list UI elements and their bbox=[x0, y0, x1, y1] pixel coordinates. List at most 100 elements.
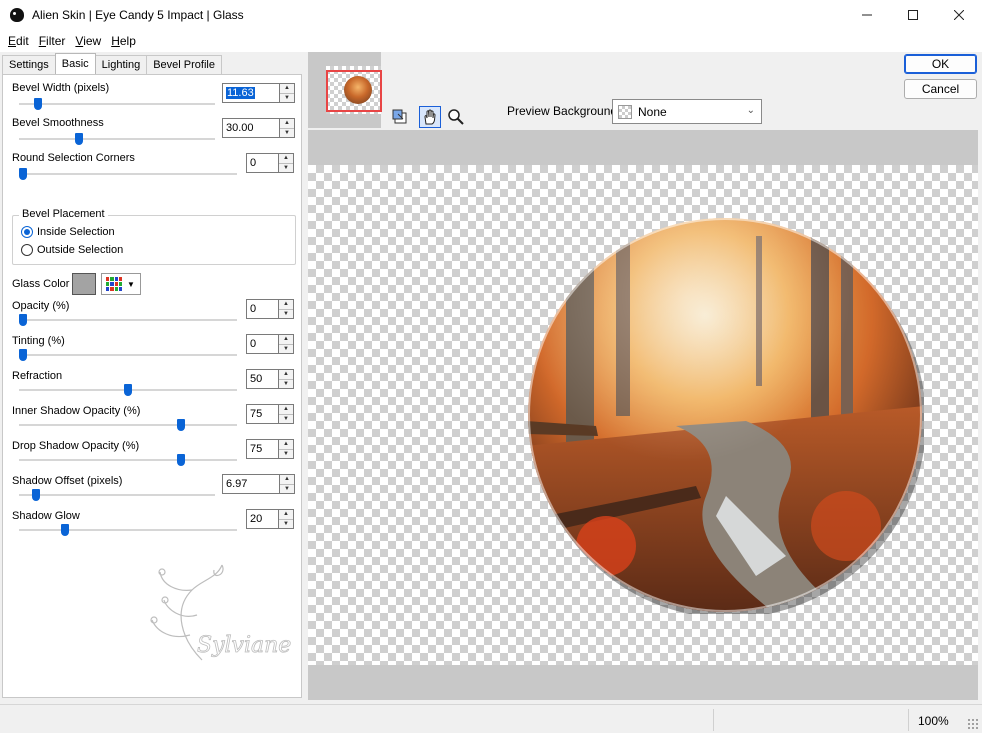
menu-edit[interactable]: Edit bbox=[4, 34, 33, 48]
shadow-glow-slider[interactable] bbox=[19, 529, 237, 531]
drop-shadow-slider[interactable] bbox=[19, 459, 237, 461]
shadow-offset-spinner[interactable]: 6.97 ▲ ▼ bbox=[222, 474, 295, 494]
spin-up-icon[interactable]: ▲ bbox=[279, 405, 293, 415]
spin-down-icon[interactable]: ▼ bbox=[279, 380, 293, 389]
bevel-width-input[interactable]: 11.63 bbox=[222, 83, 280, 103]
spin-down-icon[interactable]: ▼ bbox=[279, 450, 293, 459]
minimize-icon[interactable] bbox=[844, 0, 890, 30]
refraction-thumb[interactable] bbox=[124, 384, 132, 396]
bevel-smoothness-input[interactable]: 30.00 bbox=[222, 118, 280, 138]
bevel-smoothness-label: Bevel Smoothness bbox=[12, 117, 104, 129]
inner-shadow-slider[interactable] bbox=[19, 424, 237, 426]
tab-strip: Settings Basic Lighting Bevel Profile bbox=[2, 53, 222, 75]
spin-down-icon[interactable]: ▼ bbox=[279, 164, 293, 173]
menu-filter[interactable]: Filter bbox=[35, 34, 70, 48]
opacity-input[interactable]: 0 bbox=[246, 299, 279, 319]
spin-up-icon[interactable]: ▲ bbox=[279, 370, 293, 380]
shadow-offset-input[interactable]: 6.97 bbox=[222, 474, 280, 494]
ok-button[interactable]: OK bbox=[904, 54, 977, 74]
inner-shadow-thumb[interactable] bbox=[176, 419, 185, 431]
menu-help[interactable]: Help bbox=[107, 34, 140, 48]
hand-icon bbox=[424, 109, 436, 125]
drop-shadow-thumb[interactable] bbox=[176, 454, 185, 466]
drop-shadow-label: Drop Shadow Opacity (%) bbox=[12, 440, 140, 452]
bevel-width-slider[interactable] bbox=[19, 103, 215, 105]
shadow-glow-spinner[interactable]: 20 ▲ ▼ bbox=[246, 509, 294, 529]
zoom-tool[interactable] bbox=[445, 106, 467, 128]
opacity-label: Opacity (%) bbox=[12, 300, 70, 312]
spin-up-icon[interactable]: ▲ bbox=[280, 84, 294, 94]
spin-down-icon[interactable]: ▼ bbox=[280, 485, 294, 494]
round-corners-slider[interactable] bbox=[19, 173, 237, 175]
bevel-smoothness-thumb[interactable] bbox=[75, 133, 84, 145]
sylviane-watermark: Sylviane bbox=[150, 564, 292, 661]
preview-background-select[interactable]: None ⌄ bbox=[612, 99, 762, 124]
preview-toggle-tool[interactable] bbox=[390, 106, 412, 128]
radio-inside-selection[interactable]: Inside Selection bbox=[21, 226, 115, 238]
spin-down-icon[interactable]: ▼ bbox=[279, 310, 293, 319]
shadow-glow-label: Shadow Glow bbox=[12, 510, 80, 522]
opacity-spinner[interactable]: 0 ▲ ▼ bbox=[246, 299, 294, 319]
color-palette-dropdown[interactable]: ▼ bbox=[101, 273, 141, 295]
menu-view[interactable]: View bbox=[71, 34, 105, 48]
spin-up-icon[interactable]: ▲ bbox=[279, 440, 293, 450]
tinting-input[interactable]: 0 bbox=[246, 334, 279, 354]
radio-unselected-icon[interactable] bbox=[21, 244, 33, 256]
thumbnail-view-frame[interactable] bbox=[326, 70, 382, 112]
zoom-level: 100% bbox=[918, 714, 949, 728]
tab-lighting[interactable]: Lighting bbox=[94, 55, 148, 74]
shadow-offset-thumb[interactable] bbox=[32, 489, 41, 501]
glass-preview-image bbox=[528, 218, 924, 614]
shadow-offset-slider[interactable] bbox=[19, 494, 215, 496]
refraction-spinner[interactable]: 50 ▲ ▼ bbox=[246, 369, 294, 389]
maximize-icon[interactable] bbox=[890, 0, 936, 30]
spin-up-icon[interactable]: ▲ bbox=[280, 475, 294, 485]
drop-shadow-spinner[interactable]: 75 ▲ ▼ bbox=[246, 439, 294, 459]
shadow-glow-thumb[interactable] bbox=[61, 524, 69, 536]
tab-settings[interactable]: Settings bbox=[2, 55, 56, 74]
cancel-button[interactable]: Cancel bbox=[904, 79, 977, 99]
round-corners-thumb[interactable] bbox=[19, 168, 27, 180]
settings-panel: Settings Basic Lighting Bevel Profile Be… bbox=[2, 52, 302, 698]
hand-tool[interactable] bbox=[419, 106, 441, 128]
inner-shadow-input[interactable]: 75 bbox=[246, 404, 279, 424]
watermark-text: Sylviane bbox=[197, 633, 291, 658]
radio-outside-selection[interactable]: Outside Selection bbox=[21, 244, 123, 256]
radio-selected-icon[interactable] bbox=[21, 226, 33, 238]
spin-up-icon[interactable]: ▲ bbox=[279, 300, 293, 310]
bevel-smoothness-slider[interactable] bbox=[19, 138, 215, 140]
spin-down-icon[interactable]: ▼ bbox=[279, 345, 293, 354]
close-icon[interactable] bbox=[936, 0, 982, 30]
shadow-offset-label: Shadow Offset (pixels) bbox=[12, 475, 123, 487]
spin-down-icon[interactable]: ▼ bbox=[279, 415, 293, 424]
tinting-spinner[interactable]: 0 ▲ ▼ bbox=[246, 334, 294, 354]
spin-down-icon[interactable]: ▼ bbox=[280, 94, 294, 103]
bevel-width-spinner[interactable]: 11.63 ▲ ▼ bbox=[222, 83, 295, 103]
tab-basic[interactable]: Basic bbox=[54, 53, 96, 74]
round-corners-spinner[interactable]: 0 ▲ ▼ bbox=[246, 153, 294, 173]
round-corners-input[interactable]: 0 bbox=[246, 153, 279, 173]
bevel-smoothness-spinner[interactable]: 30.00 ▲ ▼ bbox=[222, 118, 295, 138]
spin-up-icon[interactable]: ▲ bbox=[279, 154, 293, 164]
drop-shadow-input[interactable]: 75 bbox=[246, 439, 279, 459]
opacity-slider[interactable] bbox=[19, 319, 237, 321]
alien-skin-app-icon bbox=[10, 8, 24, 22]
opacity-thumb[interactable] bbox=[19, 314, 27, 326]
inner-shadow-spinner[interactable]: 75 ▲ ▼ bbox=[246, 404, 294, 424]
status-separator bbox=[908, 709, 909, 731]
refraction-input[interactable]: 50 bbox=[246, 369, 279, 389]
tinting-slider[interactable] bbox=[19, 354, 237, 356]
resize-grip-icon[interactable] bbox=[967, 718, 979, 730]
bevel-width-thumb[interactable] bbox=[34, 98, 43, 110]
spin-down-icon[interactable]: ▼ bbox=[280, 129, 294, 138]
spin-down-icon[interactable]: ▼ bbox=[279, 520, 293, 529]
glass-color-label: Glass Color bbox=[12, 278, 70, 290]
tinting-thumb[interactable] bbox=[19, 349, 27, 361]
spin-up-icon[interactable]: ▲ bbox=[279, 335, 293, 345]
tab-bevel-profile[interactable]: Bevel Profile bbox=[146, 55, 222, 74]
spin-up-icon[interactable]: ▲ bbox=[280, 119, 294, 129]
glass-color-swatch[interactable] bbox=[72, 273, 96, 295]
spin-up-icon[interactable]: ▲ bbox=[279, 510, 293, 520]
shadow-glow-input[interactable]: 20 bbox=[246, 509, 279, 529]
preview-background-label: Preview Background: bbox=[507, 104, 621, 118]
